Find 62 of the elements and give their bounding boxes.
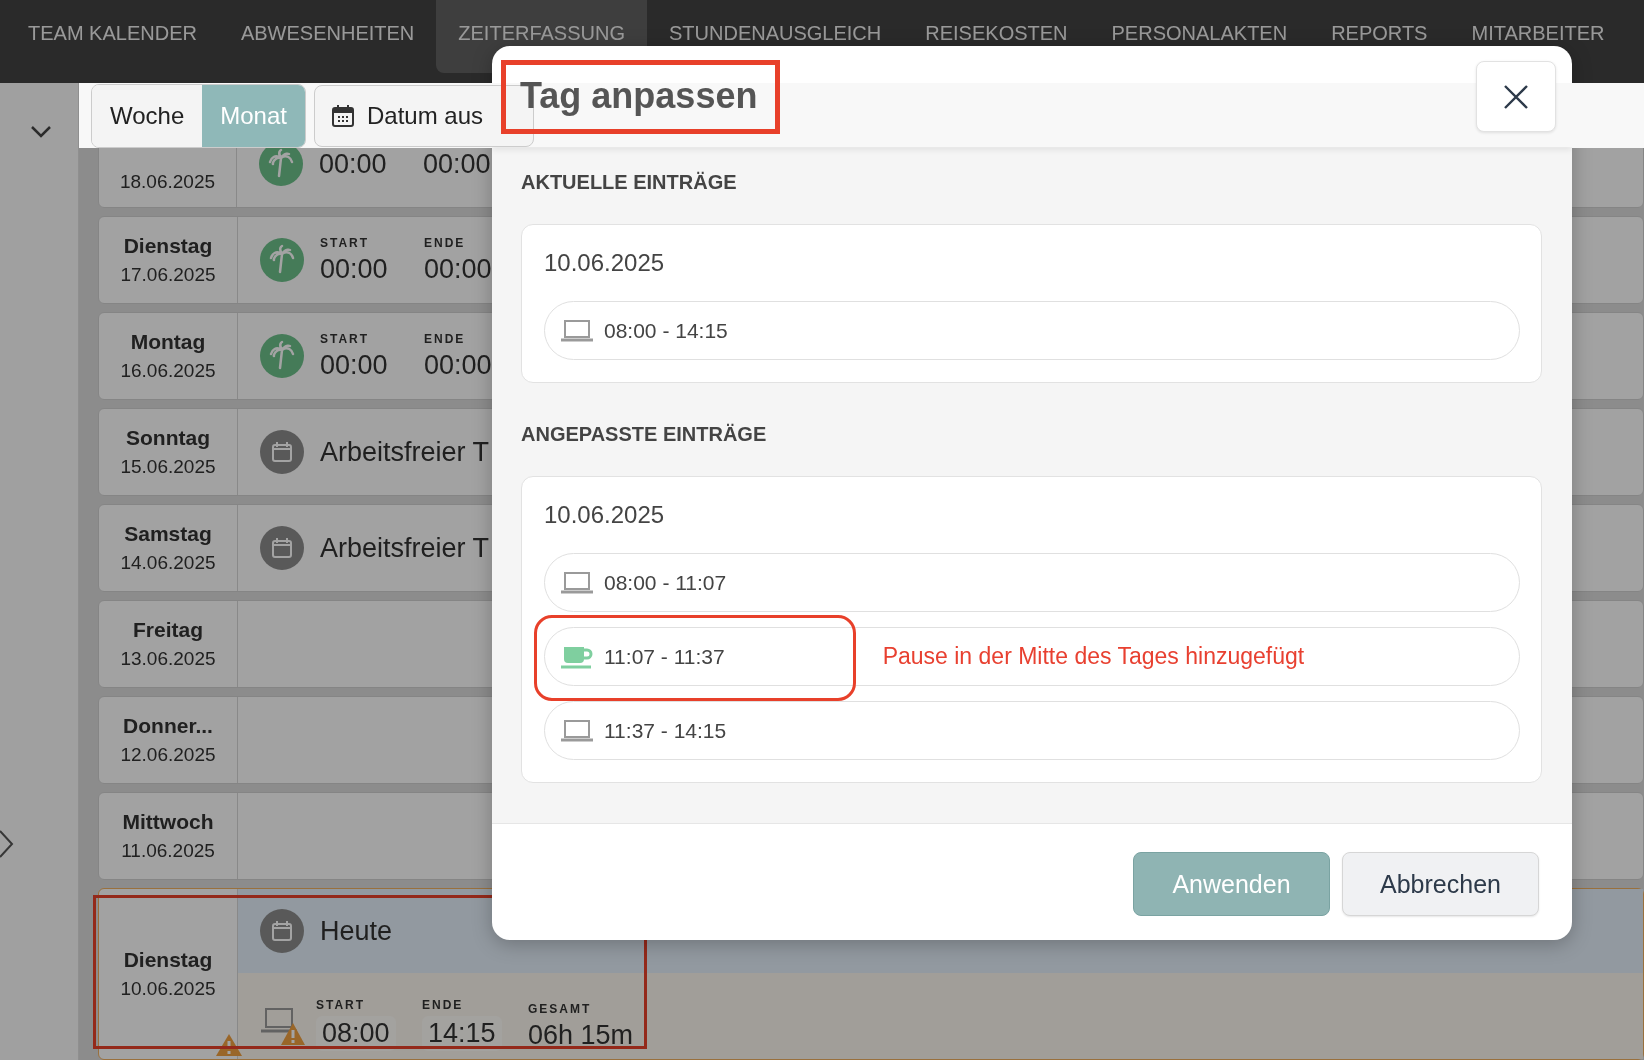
time-range: 11:37 - 14:15	[604, 718, 727, 743]
day-note: Heute	[320, 915, 393, 947]
day-status: Arbeitsfreier T	[320, 532, 490, 564]
view-toggle[interactable]: Woche	[92, 84, 203, 147]
day-status: Arbeitsfreier T	[320, 436, 490, 468]
calendar-icon	[260, 909, 304, 953]
calendar-icon	[330, 103, 355, 128]
laptop-icon	[560, 570, 594, 595]
palm-tree-icon	[260, 334, 304, 378]
section-heading: AKTUELLE EINTRÄGE	[521, 171, 738, 194]
weekday: Freitag	[133, 618, 203, 642]
weekday: Dienstag	[123, 234, 213, 258]
weekday: Donner...	[123, 714, 213, 738]
section-heading: ANGEPASSTE EINTRÄGE	[521, 423, 768, 446]
weekday: Dienstag	[123, 948, 213, 972]
field-label: START	[320, 331, 371, 346]
coffee-cup-icon	[560, 644, 594, 669]
time-range: 08:00 - 11:07	[604, 570, 727, 595]
weekday: Sonntag	[126, 426, 210, 450]
date: 11.06.2025	[121, 840, 215, 862]
close-button[interactable]	[1476, 61, 1556, 132]
date: 15.06.2025	[120, 456, 216, 478]
dialog-title: Tag anpassen	[501, 59, 781, 134]
weekday: Mittwoch	[122, 810, 214, 834]
laptop-icon	[560, 718, 594, 743]
date: 16.06.2025	[120, 360, 216, 382]
chevron-right-icon[interactable]	[0, 829, 14, 859]
date: 10.06.2025	[120, 978, 216, 1000]
date: 12.06.2025	[120, 744, 216, 766]
entry-date: 10.06.2025	[544, 501, 666, 529]
nav-tab[interactable]: TEAM KALENDER	[6, 0, 219, 76]
time-range: 11:07 - 11:37	[604, 644, 725, 669]
entry-date: 10.06.2025	[544, 249, 666, 277]
annotation-note: Pause in der Mitte des Tages hinzugefügt	[882, 643, 1305, 670]
laptop-icon	[560, 318, 594, 343]
date: 18.06.2025	[119, 171, 216, 193]
time-range: 08:00 - 14:15	[604, 318, 728, 343]
weekday: Samstag	[124, 522, 212, 546]
field-label: ENDE	[424, 235, 467, 250]
field-label: GESAMT	[528, 1002, 593, 1016]
calendar-icon	[260, 526, 304, 570]
end-time: 00:00	[424, 253, 493, 285]
start-time: 00:00	[319, 148, 388, 180]
palm-tree-icon	[260, 238, 304, 282]
date: 17.06.2025	[120, 264, 216, 286]
field-label: ENDE	[422, 998, 465, 1012]
chevron-down-icon[interactable]	[30, 125, 52, 139]
total-time: 06h 15m	[528, 1020, 632, 1051]
laptop-warning-icon	[260, 1005, 306, 1047]
close-icon	[1503, 83, 1529, 110]
end-time: 00:00	[423, 148, 492, 180]
dialog-button[interactable]: Abbrechen	[1342, 852, 1539, 916]
date: 13.06.2025	[120, 648, 216, 670]
field-label: START	[320, 235, 371, 250]
field-label: START	[316, 998, 367, 1012]
start-time: 00:00	[320, 253, 389, 285]
start-time: 00:00	[320, 349, 389, 381]
end-time: 00:00	[424, 349, 493, 381]
calendar-icon	[260, 430, 304, 474]
date: 14.06.2025	[120, 552, 216, 574]
weekday: Montag	[130, 330, 206, 354]
field-label: ENDE	[424, 331, 467, 346]
